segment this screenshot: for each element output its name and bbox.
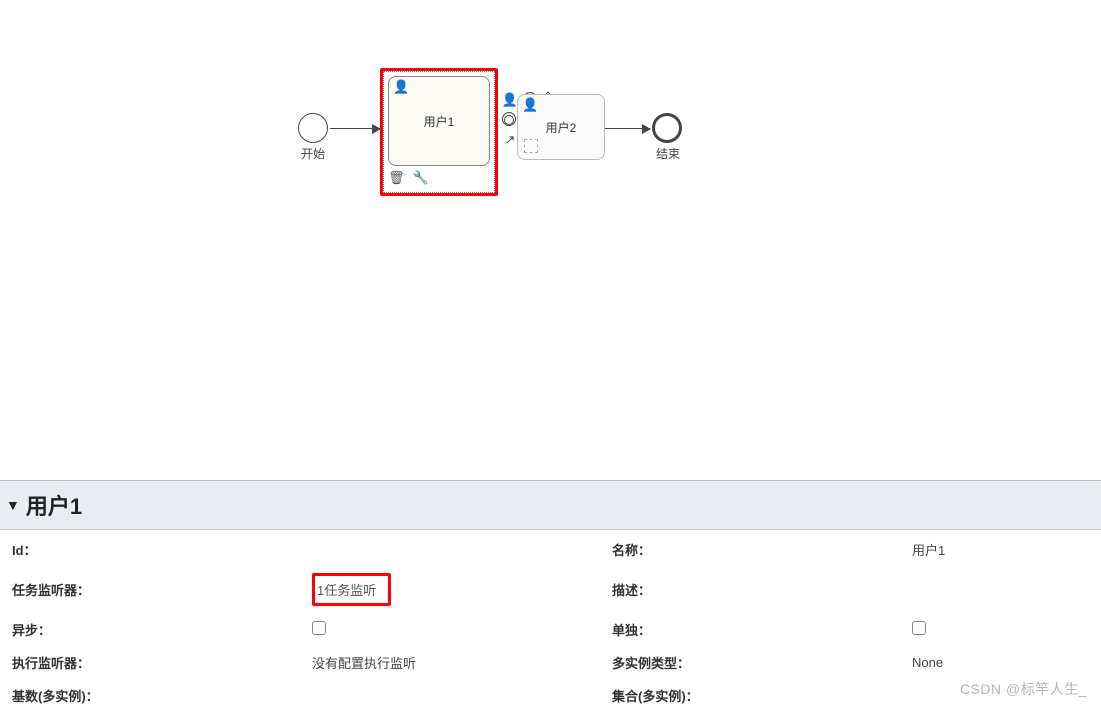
async-checkbox[interactable]: [312, 621, 326, 635]
value-cardinality[interactable]: [312, 692, 612, 700]
end-event-label: 结束: [648, 145, 688, 162]
bpmn-canvas[interactable]: 开始 👤 用户1 🗑 🔧 👤 ↗ ⎯ 👤 用户2: [0, 0, 1101, 480]
panel-title: 用户1: [26, 489, 82, 521]
user-task-2-label: 用户2: [546, 119, 577, 136]
delete-icon[interactable]: 🗑: [388, 170, 405, 186]
panel-body: Id： 名称： 用户1 任务监听器： 1任务监听 描述： 异步： 单独： 执行监…: [0, 530, 1101, 709]
exclusive-checkbox[interactable]: [912, 621, 926, 635]
user-task-1-selection[interactable]: 👤 用户1 🗑 🔧: [380, 68, 498, 196]
label-async: 异步：: [12, 616, 312, 643]
user-icon[interactable]: 👤: [502, 92, 518, 108]
label-desc: 描述：: [612, 576, 912, 603]
label-multi-type: 多实例类型：: [612, 649, 912, 676]
properties-panel: ▼ 用户1 Id： 名称： 用户1 任务监听器： 1任务监听 描述： 异步： 单…: [0, 480, 1101, 709]
label-exec-listener: 执行监听器：: [12, 649, 312, 676]
context-toolbar: 🗑 🔧: [388, 168, 490, 188]
label-cardinality: 基数(多实例)：: [12, 682, 312, 709]
connect-icon[interactable]: ↗: [505, 132, 516, 148]
task-listener-highlight: 1任务监听: [312, 573, 391, 606]
user-task-1[interactable]: 👤 用户1: [388, 76, 490, 166]
value-desc[interactable]: [912, 586, 1092, 594]
label-task-listener: 任务监听器：: [12, 576, 312, 603]
label-collection: 集合(多实例)：: [612, 682, 912, 709]
label-name: 名称：: [612, 536, 912, 563]
value-task-listener[interactable]: 1任务监听: [312, 569, 612, 610]
label-id: Id：: [12, 536, 312, 563]
end-event[interactable]: [652, 113, 682, 143]
wrench-icon[interactable]: 🔧: [413, 170, 429, 186]
value-name[interactable]: 用户1: [912, 536, 1092, 563]
label-exclusive: 单独：: [612, 616, 912, 643]
user-icon: 👤: [393, 79, 409, 95]
user-task-2[interactable]: 👤 用户2: [517, 94, 605, 160]
sequence-flow-1[interactable]: [330, 128, 380, 129]
panel-header[interactable]: ▼ 用户1: [0, 481, 1101, 530]
chevron-down-icon[interactable]: ▼: [6, 497, 20, 513]
sequence-flow-2[interactable]: [605, 128, 650, 129]
start-event-label: 开始: [293, 145, 333, 162]
start-event[interactable]: [298, 113, 328, 143]
multi-instance-icon: [524, 139, 538, 153]
user-icon: 👤: [522, 97, 538, 113]
value-id[interactable]: [312, 546, 612, 554]
value-exec-listener[interactable]: 没有配置执行监听: [312, 649, 612, 676]
intermediate-event-icon[interactable]: [502, 112, 518, 128]
value-multi-type[interactable]: None: [912, 651, 1092, 674]
watermark: CSDN @标竿人生_: [960, 679, 1087, 699]
user-task-1-label: 用户1: [424, 113, 455, 130]
